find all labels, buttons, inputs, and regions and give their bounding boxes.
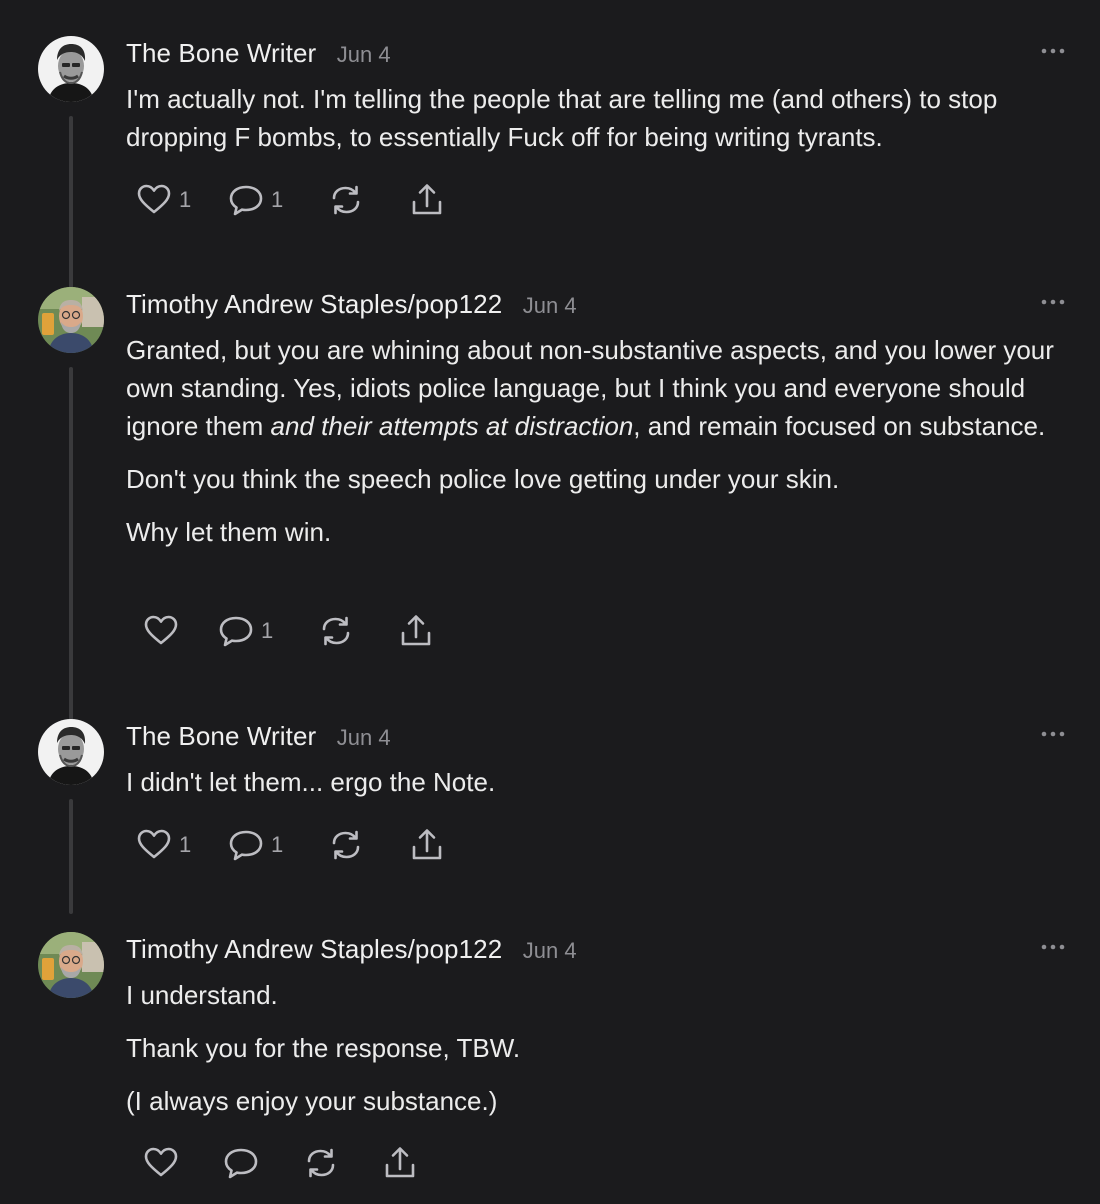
- timothy-avatar-icon: [38, 287, 104, 353]
- timothy-avatar-icon: [38, 932, 104, 998]
- restack-button[interactable]: [318, 611, 354, 651]
- restack-icon: [328, 827, 364, 863]
- avatar[interactable]: [38, 719, 104, 785]
- comment-date[interactable]: Jun 4: [337, 725, 391, 750]
- comment-paragraph: I understand.: [126, 980, 278, 1010]
- reply-button[interactable]: 1: [228, 825, 283, 865]
- share-button[interactable]: [409, 180, 445, 220]
- bone-writer-avatar-icon: [38, 719, 104, 785]
- share-button[interactable]: [398, 611, 434, 651]
- comment-paragraph: I'm actually not. I'm telling the people…: [126, 84, 998, 152]
- comment-bubble-icon: [228, 827, 264, 863]
- reply-button[interactable]: [223, 1143, 259, 1183]
- bone-writer-avatar-icon: [38, 36, 104, 102]
- restack-icon: [303, 1145, 339, 1181]
- comment-date[interactable]: Jun 4: [523, 293, 577, 318]
- comment-header: The Bone Writer Jun 4: [126, 721, 391, 752]
- restack-button[interactable]: [328, 180, 364, 220]
- comment-bubble-icon: [218, 613, 254, 649]
- more-dots-icon[interactable]: [1040, 942, 1066, 952]
- share-icon: [398, 613, 434, 649]
- comment-date[interactable]: Jun 4: [523, 938, 577, 963]
- comment-body: I understand. Thank you for the response…: [126, 976, 1066, 1135]
- author-name[interactable]: Timothy Andrew Staples/pop122: [126, 934, 502, 964]
- restack-icon: [328, 182, 364, 218]
- comment-paragraph: (I always enjoy your substance.): [126, 1086, 498, 1116]
- share-button[interactable]: [409, 825, 445, 865]
- share-icon: [382, 1145, 418, 1181]
- avatar[interactable]: [38, 36, 104, 102]
- thread-line: [69, 799, 73, 914]
- comment-paragraph: Why let them win.: [126, 517, 332, 547]
- thread-line: [69, 367, 73, 779]
- like-button[interactable]: [143, 1143, 179, 1183]
- heart-icon: [143, 613, 179, 649]
- heart-icon: [143, 1145, 179, 1181]
- comment-header: The Bone Writer Jun 4: [126, 38, 391, 69]
- comment-bubble-icon: [228, 182, 264, 218]
- share-button[interactable]: [382, 1143, 418, 1183]
- reply-button[interactable]: 1: [228, 180, 283, 220]
- more-dots-icon[interactable]: [1040, 297, 1066, 307]
- comment-header: Timothy Andrew Staples/pop122 Jun 4: [126, 934, 577, 965]
- like-button[interactable]: [143, 611, 179, 651]
- like-count: 1: [179, 832, 192, 857]
- author-name[interactable]: The Bone Writer: [126, 721, 316, 751]
- avatar[interactable]: [38, 932, 104, 998]
- like-button[interactable]: 1: [136, 825, 191, 865]
- reply-count: 1: [271, 832, 284, 857]
- reply-button[interactable]: 1: [218, 611, 273, 651]
- restack-button[interactable]: [303, 1143, 339, 1183]
- more-dots-icon[interactable]: [1040, 46, 1066, 56]
- comment-header: Timothy Andrew Staples/pop122 Jun 4: [126, 289, 577, 320]
- author-name[interactable]: The Bone Writer: [126, 38, 316, 68]
- comment-bubble-icon: [223, 1145, 259, 1181]
- restack-icon: [318, 613, 354, 649]
- comment-paragraph: I didn't let them... ergo the Note.: [126, 767, 496, 797]
- comment-body: I didn't let them... ergo the Note.: [126, 763, 1066, 816]
- comment-body: Granted, but you are whining about non-s…: [126, 331, 1066, 566]
- heart-icon: [136, 182, 172, 218]
- thread-line: [69, 116, 73, 301]
- paragraph-text: , and remain focused on substance.: [633, 411, 1046, 441]
- comment-paragraph: Thank you for the response, TBW.: [126, 1033, 521, 1063]
- like-button[interactable]: 1: [136, 180, 191, 220]
- share-icon: [409, 182, 445, 218]
- share-icon: [409, 827, 445, 863]
- heart-icon: [136, 827, 172, 863]
- emphasis-text: and their attempts at distraction: [270, 411, 634, 441]
- comment-paragraph: Granted, but you are whining about non-s…: [126, 331, 1066, 445]
- comment-date[interactable]: Jun 4: [337, 42, 391, 67]
- comment-paragraph: Don't you think the speech police love g…: [126, 464, 840, 494]
- author-name[interactable]: Timothy Andrew Staples/pop122: [126, 289, 502, 319]
- comment-body: I'm actually not. I'm telling the people…: [126, 80, 1066, 171]
- reply-count: 1: [271, 187, 284, 212]
- reply-count: 1: [261, 618, 274, 643]
- like-count: 1: [179, 187, 192, 212]
- avatar[interactable]: [38, 287, 104, 353]
- restack-button[interactable]: [328, 825, 364, 865]
- more-dots-icon[interactable]: [1040, 729, 1066, 739]
